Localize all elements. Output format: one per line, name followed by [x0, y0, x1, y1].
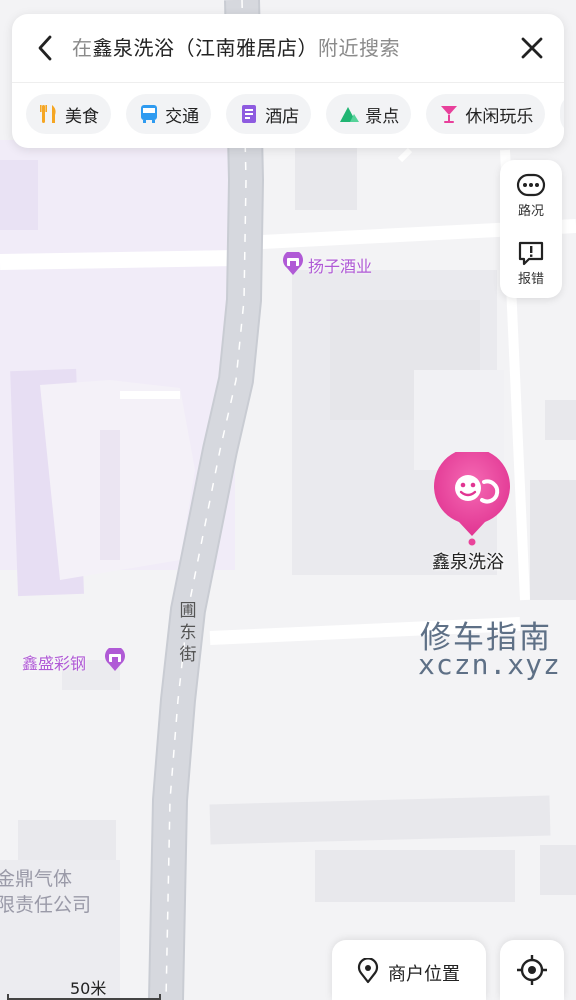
street-label: 圃东街	[178, 600, 198, 666]
leisure-pin-icon	[434, 448, 510, 546]
cocktail-icon	[441, 106, 458, 123]
hotel-icon	[242, 105, 257, 123]
category-label: 美食	[65, 106, 99, 127]
traffic-icon	[516, 173, 546, 197]
category-label: 交通	[165, 106, 200, 127]
category-label: 酒店	[265, 106, 300, 127]
report-button[interactable]: 报错	[500, 232, 562, 298]
food-icon	[40, 105, 56, 123]
shop-icon	[105, 648, 125, 671]
report-label: 报错	[517, 272, 544, 287]
watermark-url: xczn.xyz	[418, 648, 561, 681]
street-name: 圃东街	[179, 601, 197, 665]
selected-place-name: 鑫泉洗浴	[432, 552, 504, 573]
scale-label: 50米	[70, 979, 107, 998]
search-query: 鑫泉洗浴（江南雅居店）	[92, 36, 318, 60]
category-more[interactable]	[560, 94, 564, 134]
category-label: 休闲玩乐	[465, 106, 534, 127]
search-suffix: 附近搜索	[318, 36, 400, 60]
area-label: 金鼎气体 限责任公司	[0, 866, 91, 918]
area-label-line2: 限责任公司	[0, 894, 92, 916]
bus-icon	[141, 105, 158, 123]
report-icon	[518, 241, 544, 266]
search-bar[interactable]: 在鑫泉洗浴（江南雅居店）附近搜索	[12, 14, 564, 82]
divider	[12, 82, 564, 83]
category-chips: 美食 交通 酒店 景点 休闲玩乐	[26, 94, 564, 136]
traffic-label: 路况	[517, 204, 544, 219]
poi-name: 扬子酒业	[308, 257, 373, 276]
traffic-button[interactable]: 路况	[500, 164, 562, 230]
category-hotel[interactable]: 酒店	[226, 94, 312, 134]
business-location-button[interactable]: 商户位置	[332, 940, 486, 1000]
back-arrow-icon[interactable]	[30, 32, 62, 64]
selected-place-pin[interactable]	[432, 448, 512, 548]
category-food[interactable]: 美食	[26, 94, 111, 134]
close-icon[interactable]	[516, 32, 548, 64]
search-prefix: 在	[72, 36, 93, 60]
category-label: 景点	[365, 106, 400, 127]
location-pin-icon	[357, 958, 379, 984]
crosshair-icon	[517, 955, 547, 985]
business-location-label: 商户位置	[388, 964, 460, 985]
scenic-icon	[340, 107, 360, 122]
search-input[interactable]: 在鑫泉洗浴（江南雅居店）附近搜索	[72, 34, 400, 62]
category-transit[interactable]: 交通	[126, 94, 212, 134]
map-tools: 路况 报错	[500, 160, 562, 298]
area-label-line1: 金鼎气体	[0, 868, 73, 890]
category-leisure[interactable]: 休闲玩乐	[426, 94, 546, 134]
category-scenic[interactable]: 景点	[326, 94, 412, 134]
shop-icon	[283, 252, 303, 275]
search-card: 在鑫泉洗浴（江南雅居店）附近搜索 美食 交通 酒店 景点 休闲玩乐	[12, 14, 564, 148]
poi-name: 鑫盛彩钢	[22, 654, 87, 673]
my-location-button[interactable]	[500, 940, 564, 1000]
